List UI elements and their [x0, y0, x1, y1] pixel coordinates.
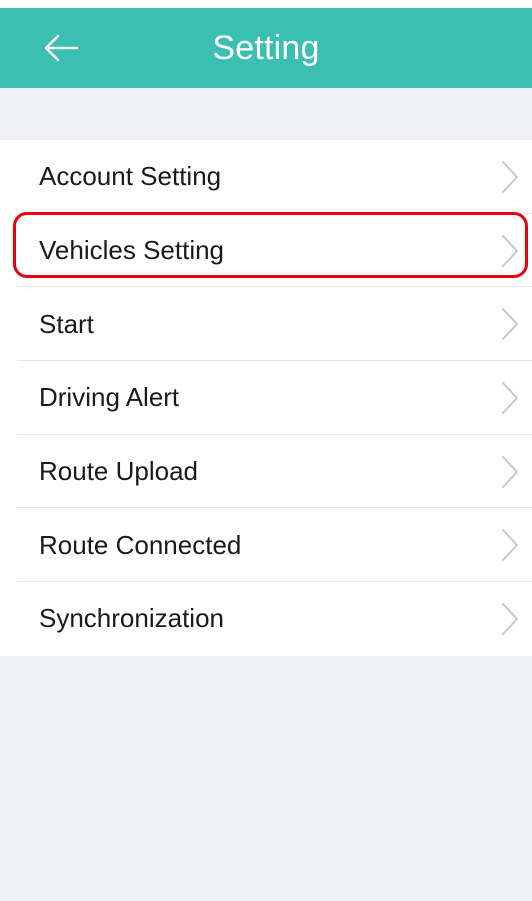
menu-item-driving-alert[interactable]: Driving Alert: [0, 361, 532, 435]
chevron-right-icon: [502, 234, 518, 267]
chevron-right-icon: [502, 160, 518, 193]
menu-item-route-upload[interactable]: Route Upload: [0, 435, 532, 509]
menu-item-label: Synchronization: [39, 603, 224, 634]
menu-item-vehicles-setting[interactable]: Vehicles Setting: [0, 214, 532, 288]
page-title: Setting: [212, 29, 320, 67]
chevron-right-icon: [502, 602, 518, 635]
settings-screen: Setting Account Setting Vehicles Setting…: [0, 0, 532, 901]
menu-item-label: Route Connected: [39, 529, 242, 560]
menu-item-label: Vehicles Setting: [39, 235, 225, 266]
menu-item-account-setting[interactable]: Account Setting: [0, 140, 532, 214]
chevron-right-icon: [502, 455, 518, 488]
menu-item-label: Driving Alert: [39, 382, 180, 413]
chevron-right-icon: [502, 381, 518, 414]
settings-menu: Account Setting Vehicles Setting Start D…: [0, 140, 532, 656]
menu-item-label: Route Upload: [39, 456, 198, 487]
chevron-right-icon: [502, 308, 518, 341]
menu-item-route-connected[interactable]: Route Connected: [0, 508, 532, 582]
menu-item-synchronization[interactable]: Synchronization: [0, 582, 532, 656]
menu-item-label: Account Setting: [39, 161, 222, 192]
section-spacer: [0, 88, 532, 140]
status-strip: [0, 0, 532, 8]
empty-background: [0, 656, 532, 901]
menu-item-label: Start: [39, 308, 94, 339]
header-bar: Setting: [0, 0, 532, 88]
menu-item-start[interactable]: Start: [0, 287, 532, 361]
chevron-right-icon: [502, 529, 518, 562]
